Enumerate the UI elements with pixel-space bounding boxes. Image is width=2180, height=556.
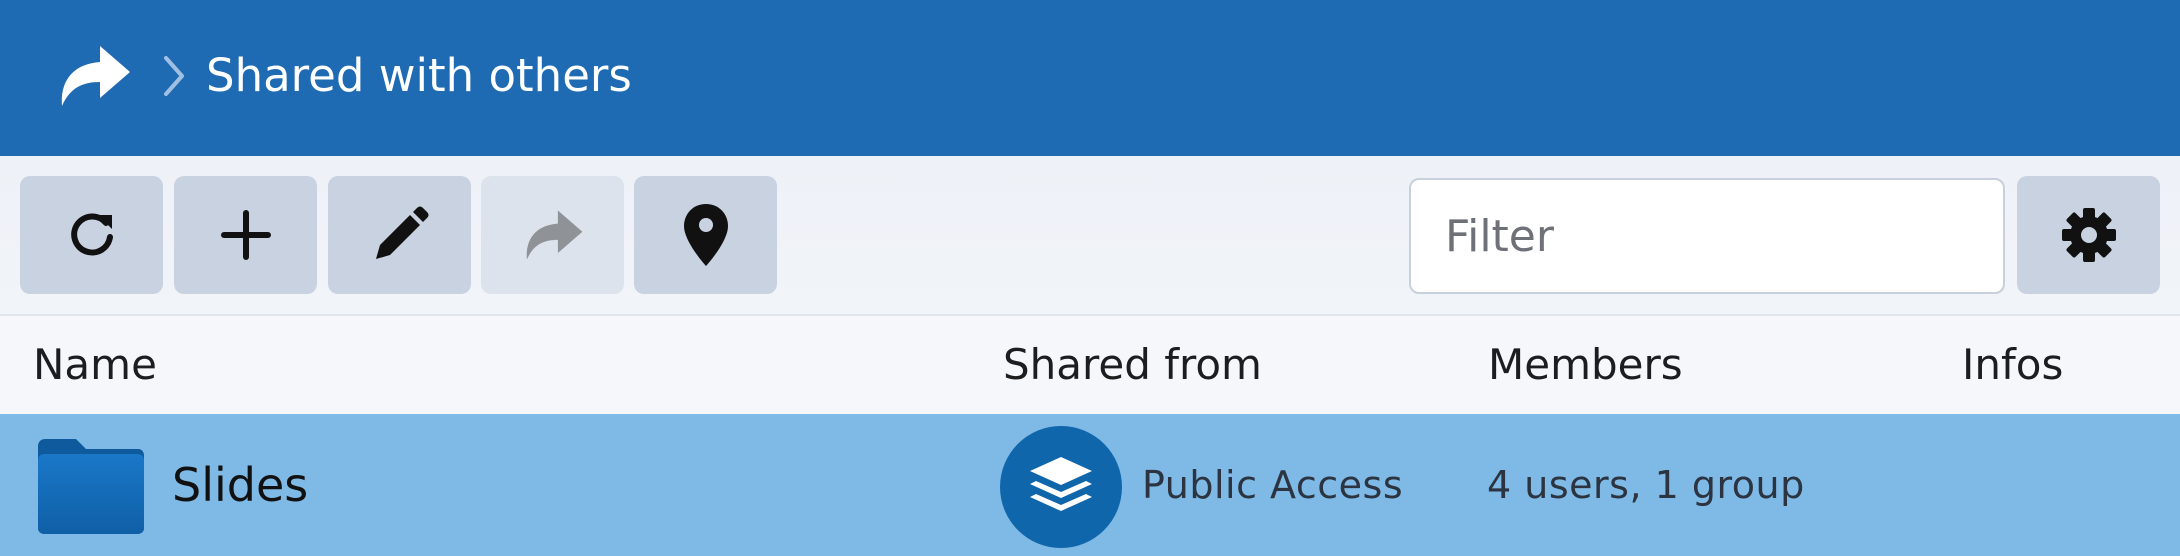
column-header-members[interactable]: Members — [1488, 316, 1683, 414]
page-title: Shared with others — [206, 49, 632, 102]
plus-icon — [220, 210, 271, 260]
shared-from-avatar — [1000, 426, 1122, 548]
share-arrow-icon — [526, 210, 582, 260]
breadcrumb-bar: Shared with others — [0, 0, 2180, 156]
table-row[interactable]: Slides Public Access 4 users, 1 group — [0, 414, 2180, 556]
table-header: Name Shared from Members Infos — [0, 316, 2180, 414]
toolbar — [0, 156, 2180, 316]
add-button[interactable] — [174, 176, 317, 294]
column-header-shared-from[interactable]: Shared from — [1003, 316, 1262, 414]
row-name: Slides — [172, 458, 309, 512]
share-arrow-icon[interactable] — [56, 42, 132, 110]
folder-icon — [38, 439, 144, 534]
layers-icon — [1030, 457, 1092, 511]
pencil-icon — [375, 206, 428, 259]
edit-button[interactable] — [328, 176, 471, 294]
location-pin-icon — [683, 204, 728, 266]
location-button[interactable] — [634, 176, 777, 294]
chevron-right-icon — [164, 56, 184, 96]
filter-input[interactable] — [1409, 178, 2005, 294]
gear-icon — [2061, 208, 2116, 262]
refresh-icon — [70, 213, 113, 256]
shared-from-text: Public Access — [1142, 463, 1404, 507]
settings-button[interactable] — [2017, 176, 2160, 294]
members-text: 4 users, 1 group — [1487, 463, 1805, 507]
share-button[interactable] — [481, 176, 624, 294]
refresh-button[interactable] — [20, 176, 163, 294]
column-header-name[interactable]: Name — [33, 316, 157, 414]
column-header-infos[interactable]: Infos — [1962, 316, 2063, 414]
